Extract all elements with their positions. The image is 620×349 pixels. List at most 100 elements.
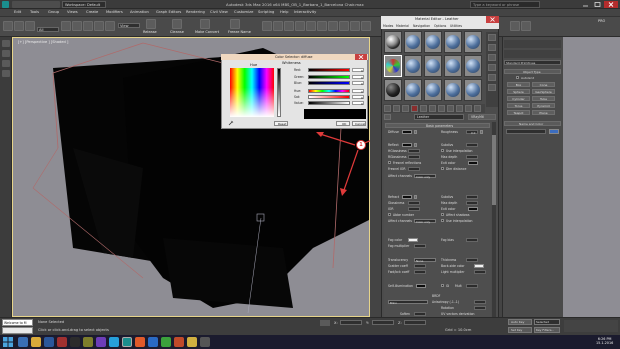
render-setup-icon[interactable] <box>361 21 371 31</box>
geosphere-button[interactable]: GeoSphere <box>532 89 555 94</box>
fog-multiplier-spinner[interactable] <box>414 244 426 248</box>
material-slot[interactable] <box>464 31 482 53</box>
maximize-button[interactable] <box>592 1 603 8</box>
material-slot[interactable] <box>424 55 442 77</box>
viewport-label[interactable]: [+] [Perspective ] [Shaded ] <box>18 40 68 44</box>
reflect-map-button[interactable] <box>414 143 417 147</box>
x-coord-input[interactable] <box>340 320 362 325</box>
translucency-dropdown[interactable]: None <box>414 258 436 263</box>
cylinder-button[interactable]: Cylinder <box>507 96 530 101</box>
thickness-spinner[interactable] <box>466 258 478 262</box>
explorer-taskbar-icon[interactable] <box>18 337 28 347</box>
mirror-icon[interactable] <box>295 21 305 31</box>
selected-dropdown[interactable]: Selected <box>534 319 560 325</box>
whiteness-slider[interactable] <box>277 68 281 117</box>
cone-button[interactable]: Cone <box>532 82 555 87</box>
refract-exit-color-swatch[interactable] <box>468 207 478 211</box>
material-slot-active[interactable] <box>384 55 402 77</box>
align-icon[interactable] <box>306 21 316 31</box>
color-selector-close-button[interactable] <box>355 54 367 60</box>
plane-button[interactable]: Plane <box>532 110 555 115</box>
sphere-button[interactable]: Sphere <box>507 89 530 94</box>
layer-explorer-icon[interactable] <box>2 60 10 67</box>
sample-type-icon[interactable] <box>488 34 496 41</box>
me-menu-modes[interactable]: Modes <box>383 24 393 28</box>
select-object-icon[interactable] <box>61 21 71 31</box>
freeze-icon[interactable] <box>230 19 240 29</box>
put-to-scene-icon[interactable] <box>393 105 400 112</box>
material-slot[interactable] <box>444 55 462 77</box>
soften-spinner[interactable] <box>414 312 426 316</box>
schematic-icon[interactable] <box>339 21 349 31</box>
windows-start-icon[interactable] <box>2 336 14 348</box>
hilight-gloss-spinner[interactable] <box>408 149 420 153</box>
use-interp-checkbox[interactable] <box>441 149 444 152</box>
assign-material-icon[interactable] <box>402 105 409 112</box>
quick-access-toolbar[interactable] <box>12 1 60 8</box>
value-slider[interactable] <box>308 101 350 105</box>
basic-parameters-rollout[interactable]: Basic parameters <box>385 123 490 128</box>
refl-gloss-spinner[interactable] <box>408 155 420 159</box>
render-icon[interactable] <box>521 21 531 31</box>
key-filters-button[interactable]: Key Filters... <box>534 327 560 333</box>
make-convert-icon[interactable] <box>200 19 210 29</box>
menu-scripting[interactable]: Scripting <box>258 10 274 14</box>
hue-spinner[interactable]: 0 <box>352 89 364 94</box>
render-frame-icon[interactable] <box>510 21 520 31</box>
percent-snap-icon[interactable] <box>284 21 294 31</box>
3dsmax-taskbar-icon[interactable] <box>122 337 132 347</box>
sat-spinner[interactable]: 0 <box>352 95 364 100</box>
excel-taskbar-icon[interactable] <box>161 337 171 347</box>
options-icon[interactable] <box>488 84 496 91</box>
autogrid-checkbox[interactable] <box>516 76 519 79</box>
z-coord-input[interactable] <box>404 320 426 325</box>
workspace-dropdown[interactable]: Workspace: Default <box>62 1 106 8</box>
menu-edit[interactable]: Edit <box>14 10 21 14</box>
menu-civil-view[interactable]: Civil View <box>210 10 228 14</box>
dim-distance-checkbox[interactable] <box>441 167 444 170</box>
y-coord-input[interactable] <box>372 320 394 325</box>
chrome-taskbar-icon[interactable] <box>135 337 145 347</box>
material-slot[interactable] <box>464 79 482 101</box>
acrobat-taskbar-icon[interactable] <box>187 337 197 347</box>
make-convert-label[interactable]: Make Convert <box>195 30 219 34</box>
refract-color-swatch[interactable] <box>402 195 412 199</box>
tube-button[interactable]: Tube <box>532 96 555 101</box>
photoshop-taskbar-icon[interactable] <box>148 337 158 347</box>
material-slot[interactable] <box>424 79 442 101</box>
max-depth-spinner[interactable] <box>466 155 478 159</box>
refract-use-interp-checkbox[interactable] <box>441 219 444 222</box>
me-menu-options[interactable]: Options <box>434 24 446 28</box>
material-editor-icon[interactable] <box>350 21 360 31</box>
layer-icon[interactable] <box>317 21 327 31</box>
curve-editor-icon[interactable] <box>328 21 338 31</box>
undo-icon[interactable] <box>3 21 13 31</box>
scatter-coeff-spinner[interactable] <box>414 264 426 268</box>
anisotropy-spinner[interactable] <box>474 300 486 304</box>
fog-bias-spinner[interactable] <box>466 238 478 242</box>
material-slot[interactable] <box>404 31 422 53</box>
maxscript-listener[interactable]: Welcome to M <box>2 319 33 326</box>
scale-icon[interactable] <box>105 21 115 31</box>
navigation-controls[interactable] <box>564 320 618 332</box>
roughness-spinner[interactable]: 0.0 <box>466 130 478 135</box>
word-taskbar-icon[interactable] <box>44 337 54 347</box>
abbe-checkbox[interactable] <box>388 213 391 216</box>
value-spinner[interactable]: 0 <box>352 101 364 106</box>
affect-channels-dropdown[interactable]: Color only <box>414 174 436 179</box>
cleanse-icon[interactable] <box>172 19 182 29</box>
red-spinner[interactable]: 0 <box>352 68 364 73</box>
app-logo-icon[interactable] <box>2 1 9 8</box>
material-slot[interactable] <box>404 79 422 101</box>
link-icon[interactable] <box>25 21 35 31</box>
copy-material-icon[interactable] <box>420 105 427 112</box>
menu-customize[interactable]: Customize <box>234 10 253 14</box>
reference-coordinate-dropdown[interactable]: View <box>118 23 140 28</box>
go-to-parent-icon[interactable] <box>474 105 481 112</box>
affect-shadows-checkbox[interactable] <box>441 213 444 216</box>
command-panel-tabs[interactable] <box>504 40 561 48</box>
app-taskbar-icon[interactable] <box>70 337 80 347</box>
subdivs-spinner[interactable] <box>466 143 478 147</box>
light-multiplier-spinner[interactable] <box>474 270 486 274</box>
hue-channel-slider[interactable] <box>308 89 350 93</box>
